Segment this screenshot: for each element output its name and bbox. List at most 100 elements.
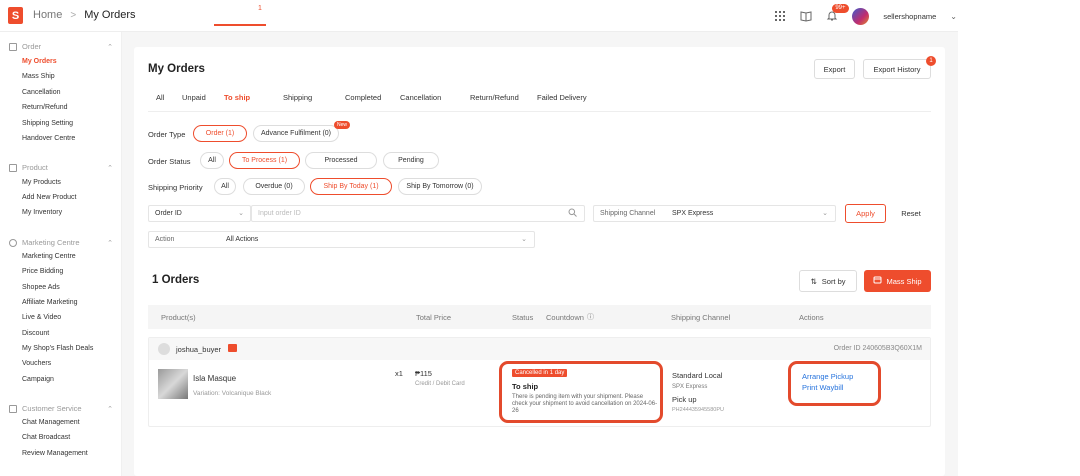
product-quantity: x1 — [395, 369, 403, 378]
chat-icon[interactable] — [228, 344, 237, 352]
buyer-name[interactable]: joshua_buyer — [176, 345, 221, 354]
action-value: All Actions — [226, 236, 259, 243]
shipping-channel-value: SPX Express — [672, 210, 714, 217]
export-history-button[interactable]: Export History — [863, 59, 931, 79]
sidebar-item-my-products[interactable]: My Products — [22, 179, 61, 186]
sidebar-item-my-orders[interactable]: My Orders — [22, 58, 57, 65]
sort-by-label: Sort by — [821, 276, 846, 286]
sidebar-item-mass-ship[interactable]: Mass Ship — [22, 73, 55, 80]
sidebar-item-price-bidding[interactable]: Price Bidding — [22, 268, 63, 275]
priority-all[interactable]: All — [214, 178, 236, 195]
sidebar-item-marketing-centre[interactable]: Marketing Centre — [22, 253, 76, 260]
product-icon — [9, 163, 17, 172]
sidebar-item-chat-broadcast[interactable]: Chat Broadcast — [22, 434, 70, 441]
sidebar-item-review-management[interactable]: Review Management — [22, 450, 88, 457]
sidebar-section-customer-service[interactable]: Customer Service ⌃ — [9, 404, 113, 413]
export-button[interactable]: Export — [814, 59, 855, 79]
sidebar-item-add-new-product[interactable]: Add New Product — [22, 194, 76, 201]
sidebar-item-discount[interactable]: Discount — [22, 330, 49, 337]
active-tab-indicator — [214, 24, 266, 26]
action-select[interactable]: Action All Actions ⌄ — [148, 231, 535, 248]
order-row-header: joshua_buyer Order ID 240605B3Q60X1M — [149, 338, 930, 360]
book-icon[interactable] — [800, 10, 812, 22]
sidebar-item-cancellation[interactable]: Cancellation — [22, 89, 61, 96]
col-countdown: Countdown — [546, 313, 584, 322]
sidebar-section-order[interactable]: Order ⌃ — [9, 42, 113, 51]
priority-ship-by-tomorrow[interactable]: Ship By Tomorrow (0) — [398, 178, 482, 195]
sort-by-button[interactable]: ⇅ Sort by — [799, 270, 857, 292]
tab-return-refund[interactable]: Return/Refund — [470, 93, 519, 102]
col-total-price: Total Price — [416, 313, 452, 322]
chevron-up-icon: ⌃ — [107, 405, 113, 413]
tab-to-ship[interactable]: To ship — [224, 93, 250, 102]
chevron-up-icon: ⌃ — [107, 43, 113, 51]
search-field-select[interactable]: Order ID ⌄ — [148, 205, 251, 222]
sidebar-item-return-refund[interactable]: Return/Refund — [22, 104, 68, 111]
priority-ship-by-today[interactable]: Ship By Today (1) — [310, 178, 392, 195]
tab-unpaid[interactable]: Unpaid — [182, 93, 206, 102]
tab-completed[interactable]: Completed — [345, 93, 381, 102]
order-icon — [9, 42, 17, 51]
orders-count: 1 Orders — [152, 274, 200, 286]
order-id-input[interactable]: Input order ID — [251, 205, 585, 222]
col-products: Product(s) — [161, 313, 196, 322]
shop-name[interactable]: sellershopname — [883, 12, 936, 21]
actions-highlight: Arrange Pickup Print Waybill — [788, 361, 881, 406]
order-id: Order ID 240605B3Q60X1M — [833, 345, 922, 352]
breadcrumb-current: My Orders — [84, 9, 136, 21]
tab-all[interactable]: All — [156, 93, 164, 102]
order-status-all[interactable]: All — [200, 152, 224, 169]
apps-grid-icon[interactable] — [774, 10, 786, 22]
breadcrumb-separator: > — [70, 9, 77, 21]
breadcrumb-home[interactable]: Home — [33, 9, 62, 21]
chevron-down-icon[interactable]: ⌄ — [950, 12, 957, 21]
shipping-channel-select[interactable]: Shipping Channel SPX Express ⌄ — [593, 205, 836, 222]
tracking-number: PH244435945580PU — [672, 407, 724, 413]
print-waybill-link[interactable]: Print Waybill — [802, 383, 843, 392]
order-status-pending[interactable]: Pending — [383, 152, 439, 169]
col-actions: Actions — [799, 313, 824, 322]
order-status-to-process[interactable]: To Process (1) — [229, 152, 300, 169]
order-type-order[interactable]: Order (1) — [193, 125, 247, 142]
buyer-avatar-icon — [158, 343, 170, 355]
to-ship-count: 1 — [258, 5, 262, 12]
mass-ship-button[interactable]: Mass Ship — [864, 270, 931, 292]
order-status-processed[interactable]: Processed — [305, 152, 377, 169]
sidebar: Order ⌃ My Orders Mass Ship Cancellation… — [0, 32, 122, 476]
sidebar-section-label: Marketing Centre — [22, 238, 80, 247]
sidebar-item-chat-management[interactable]: Chat Management — [22, 419, 80, 426]
product-image[interactable] — [158, 369, 188, 399]
top-icons: 99+ sellershopname ⌄ — [774, 4, 957, 28]
shopee-logo-icon[interactable]: S — [8, 7, 23, 24]
apply-button[interactable]: Apply — [845, 204, 886, 223]
sidebar-item-shipping-setting[interactable]: Shipping Setting — [22, 120, 73, 127]
avatar[interactable] — [852, 7, 870, 25]
shipping-channel-label: Shipping Channel — [600, 210, 656, 217]
product-name: Isla Masque — [193, 374, 237, 383]
order-type-advance-fulfilment[interactable]: Advance Fulfilment (0) — [253, 125, 339, 142]
sidebar-section-marketing[interactable]: Marketing Centre ⌃ — [9, 238, 113, 247]
sidebar-item-my-inventory[interactable]: My Inventory — [22, 209, 62, 216]
mass-ship-label: Mass Ship — [886, 276, 922, 286]
sidebar-section-product[interactable]: Product ⌃ — [9, 163, 113, 172]
total-price: ₱115 — [415, 369, 432, 378]
arrange-pickup-link[interactable]: Arrange Pickup — [802, 372, 853, 381]
bell-icon[interactable]: 99+ — [826, 4, 849, 22]
search-icon[interactable] — [568, 208, 577, 219]
sidebar-item-live-video[interactable]: Live & Video — [22, 314, 61, 321]
sidebar-item-handover-centre[interactable]: Handover Centre — [22, 135, 75, 142]
sidebar-item-campaign[interactable]: Campaign — [22, 376, 54, 383]
priority-overdue[interactable]: Overdue (0) — [243, 178, 305, 195]
tab-shipping[interactable]: Shipping — [283, 93, 312, 102]
help-icon[interactable]: ⓘ — [587, 312, 594, 322]
sidebar-item-vouchers[interactable]: Vouchers — [22, 360, 51, 367]
tab-failed-delivery[interactable]: Failed Delivery — [537, 93, 587, 102]
sidebar-item-flash-deals[interactable]: My Shop's Flash Deals — [22, 345, 93, 352]
reset-button[interactable]: Reset — [891, 204, 931, 223]
page-title: My Orders — [148, 63, 205, 75]
tab-cancellation[interactable]: Cancellation — [400, 93, 441, 102]
chevron-down-icon: ⌄ — [238, 210, 244, 217]
sidebar-item-shopee-ads[interactable]: Shopee Ads — [22, 284, 60, 291]
payment-method: Credit / Debit Card — [415, 381, 465, 387]
sidebar-item-affiliate-marketing[interactable]: Affiliate Marketing — [22, 299, 78, 306]
